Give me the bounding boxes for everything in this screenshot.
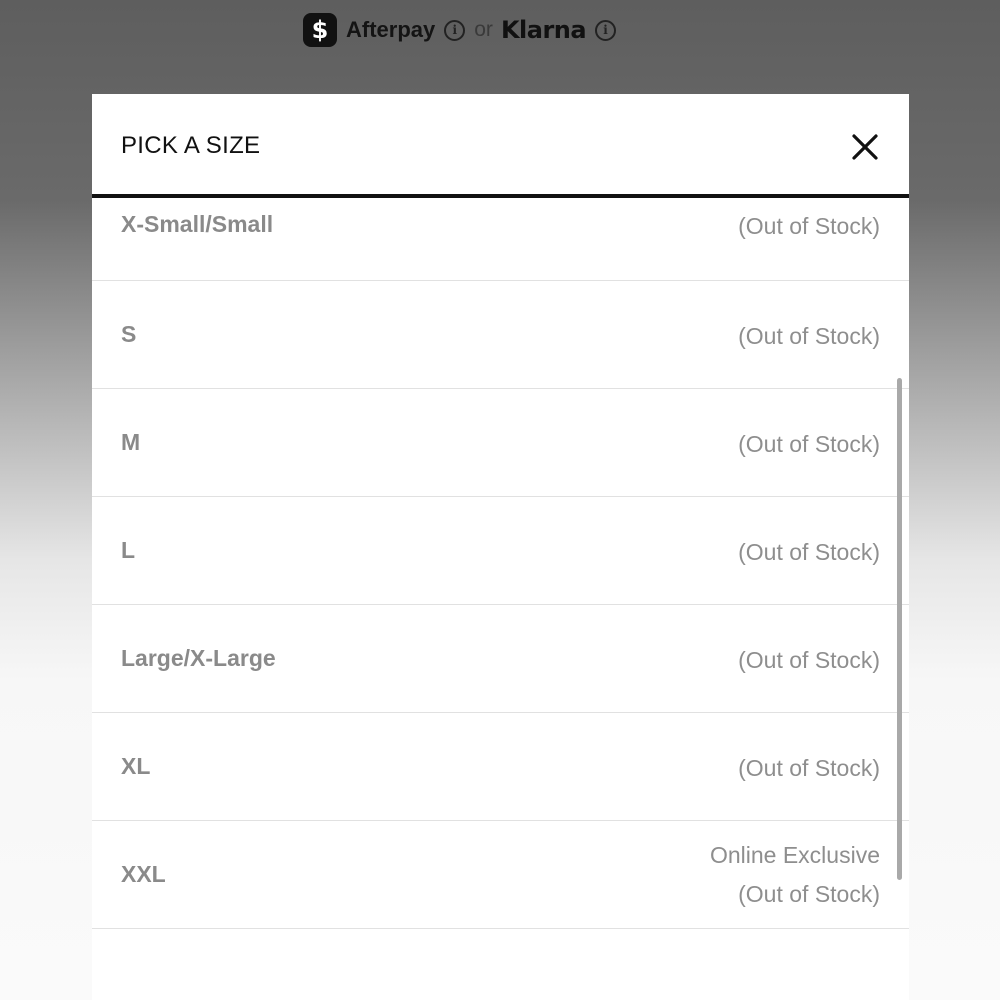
size-option-xxl[interactable]: XXL Online Exclusive (Out of Stock) xyxy=(92,821,909,929)
klarna-label: Klarna xyxy=(500,16,587,44)
stock-status: (Out of Stock) xyxy=(738,323,880,349)
size-list: X-Small/Small (Out of Stock) S (Out of S… xyxy=(92,198,909,929)
afterpay-info-icon[interactable]: i xyxy=(444,19,466,41)
dialog-header: PICK A SIZE xyxy=(92,94,909,198)
payment-options: $ Afterpay i or Klarna i xyxy=(303,12,617,48)
size-option-m[interactable]: M (Out of Stock) xyxy=(92,389,909,497)
size-label: XL xyxy=(121,753,151,779)
stock-status-text: (Out of Stock) xyxy=(738,881,880,907)
close-button[interactable] xyxy=(849,131,881,163)
stock-status: (Out of Stock) xyxy=(738,213,880,239)
cashapp-logo-icon: $ xyxy=(303,13,337,47)
size-option-s[interactable]: S (Out of Stock) xyxy=(92,281,909,389)
size-option-x-small-small[interactable]: X-Small/Small (Out of Stock) xyxy=(92,198,909,281)
size-option-l[interactable]: L (Out of Stock) xyxy=(92,497,909,605)
afterpay-label: Afterpay xyxy=(346,17,436,42)
size-picker-dialog: PICK A SIZE X-Small/Small (Out of Stock)… xyxy=(92,94,909,1000)
stock-status: (Out of Stock) xyxy=(738,539,880,565)
size-label: M xyxy=(121,429,141,455)
klarna-info-icon[interactable]: i xyxy=(595,19,617,41)
size-label: S xyxy=(121,321,137,347)
stock-status: (Out of Stock) xyxy=(738,647,880,673)
stock-status: Online Exclusive (Out of Stock) xyxy=(710,836,880,914)
size-label: Large/X-Large xyxy=(121,645,276,671)
size-label: X-Small/Small xyxy=(121,211,274,237)
stock-status: (Out of Stock) xyxy=(738,755,880,781)
size-option-large-x-large[interactable]: Large/X-Large (Out of Stock) xyxy=(92,605,909,713)
online-exclusive-note: Online Exclusive xyxy=(709,842,880,868)
or-label: or xyxy=(474,18,493,41)
close-icon xyxy=(852,134,878,160)
size-label: XXL xyxy=(121,861,166,887)
dialog-title: PICK A SIZE xyxy=(121,132,261,159)
stock-status: (Out of Stock) xyxy=(738,431,880,457)
scrollbar[interactable] xyxy=(897,378,902,880)
size-label: L xyxy=(121,537,136,563)
size-option-xl[interactable]: XL (Out of Stock) xyxy=(92,713,909,821)
